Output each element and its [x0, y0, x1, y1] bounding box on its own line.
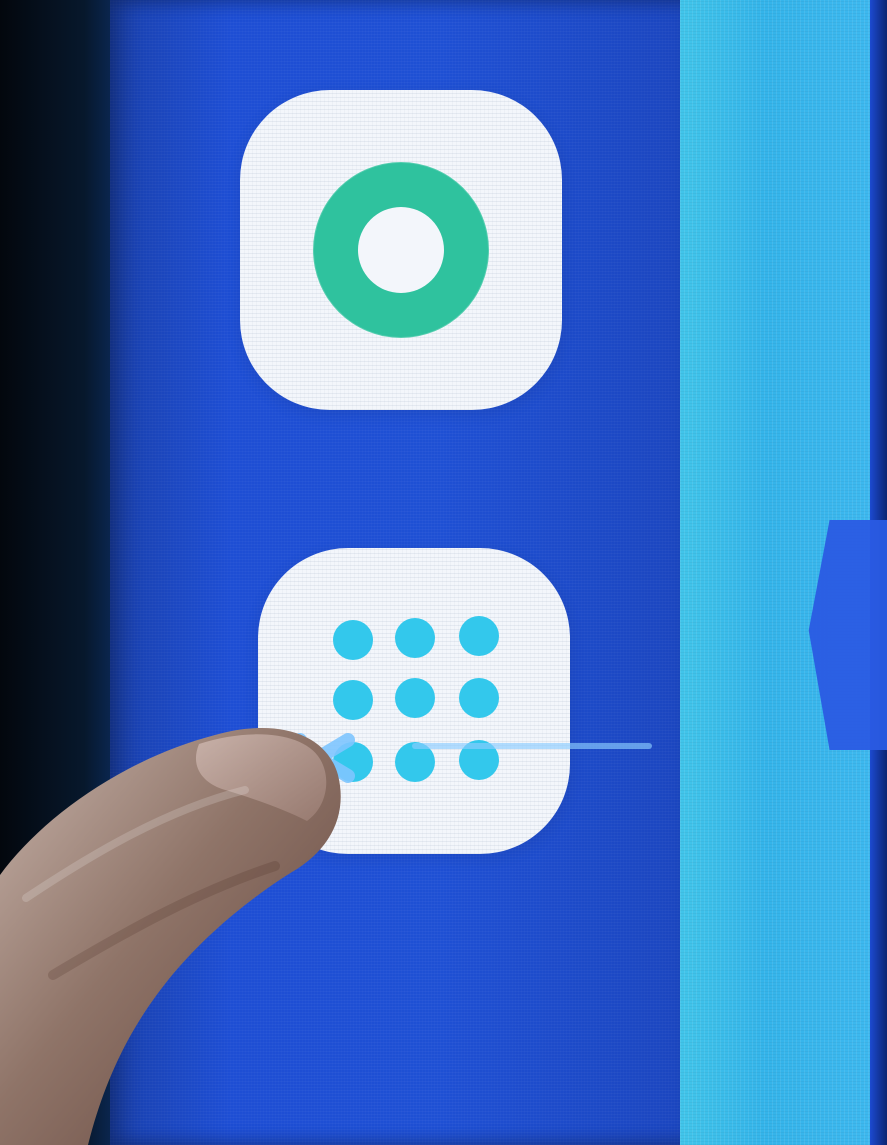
launcher-button-primary[interactable]: ring-icon #2fc29e: [240, 90, 562, 410]
swipe-indicator: #8ccdfd: [412, 743, 652, 749]
pointing-finger: [0, 727, 341, 1145]
panel-background-color-value: #1f4fd2: [110, 0, 111, 1]
ring-icon: [312, 161, 490, 339]
accent-color-value: #41c5ea: [680, 0, 681, 1]
touchscreen-photo: #1f4fd2 #41c5ea ring-icon #2fc29e: [0, 0, 887, 1145]
